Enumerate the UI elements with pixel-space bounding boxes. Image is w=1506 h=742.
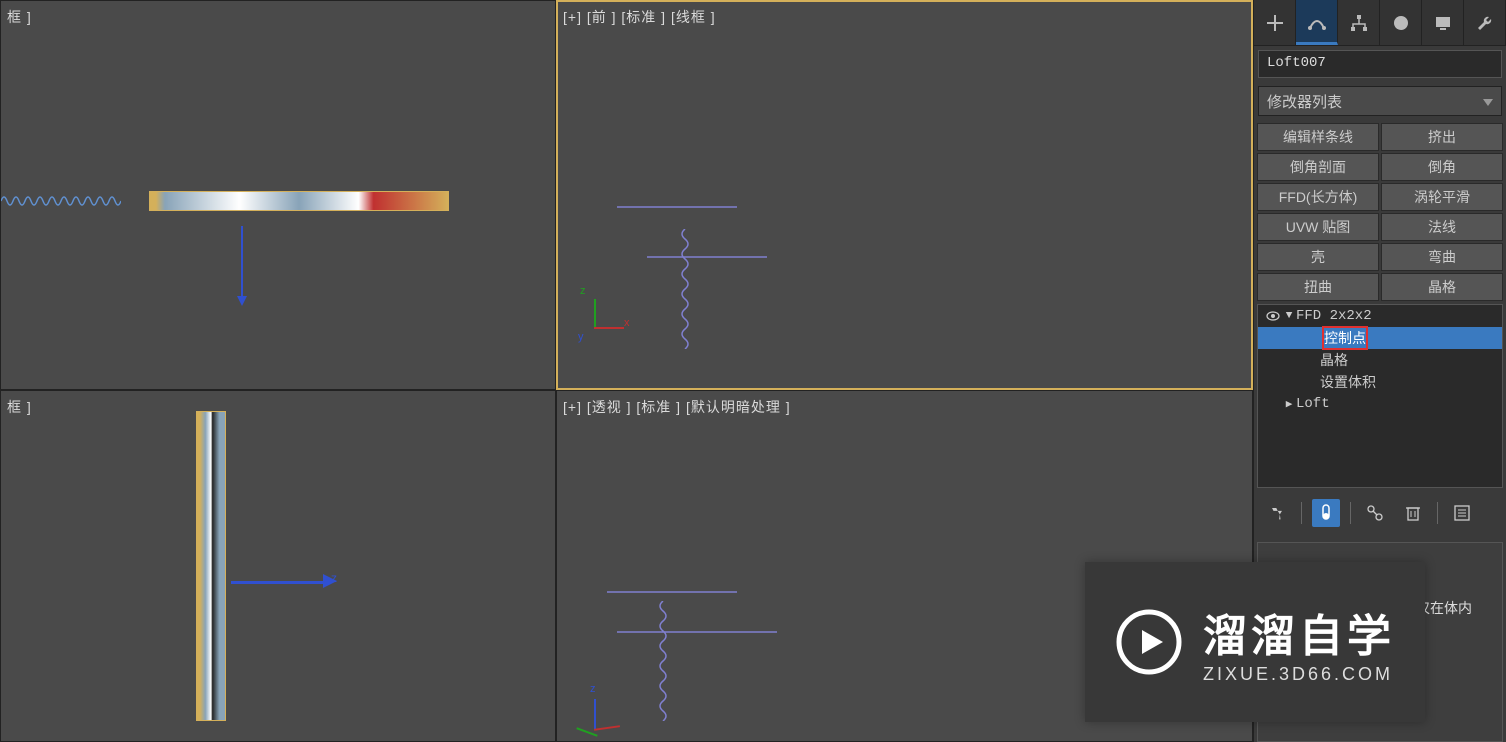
pin-icon — [1269, 505, 1285, 521]
modifier-preset-button[interactable]: 晶格 — [1381, 273, 1503, 301]
viewport-axis-gizmo: z — [582, 689, 632, 739]
viewport-grid: 框 ] [+] [前 ] [标准 ] [线框 ] — [0, 0, 1253, 742]
watermark-title: 溜溜自学 — [1203, 600, 1395, 664]
wrench-icon — [1475, 13, 1495, 33]
scene-content — [1, 191, 451, 221]
modify-arc-icon — [1307, 11, 1327, 31]
modifier-list-dropdown[interactable]: 修改器列表 — [1258, 86, 1502, 116]
motion-circle-icon — [1391, 13, 1411, 33]
stack-item-label: FFD 2x2x2 — [1296, 308, 1372, 324]
expand-arrow-icon[interactable]: ▶ — [1282, 397, 1296, 411]
modifier-preset-button[interactable]: 弯曲 — [1381, 243, 1503, 271]
modifier-stack[interactable]: ▼ FFD 2x2x2 控制点 晶格 设置体积 ▶ Loft — [1257, 304, 1503, 488]
unique-icon — [1366, 504, 1384, 522]
modifier-preset-button[interactable]: 扭曲 — [1257, 273, 1379, 301]
stack-sub-control-points[interactable]: 控制点 — [1258, 327, 1502, 349]
axis-z-label: z — [331, 571, 337, 585]
viewport-label[interactable]: 框 ] — [7, 7, 32, 27]
modifier-preset-button[interactable]: 壳 — [1257, 243, 1379, 271]
display-monitor-icon — [1433, 13, 1453, 33]
viewport-axis-gizmo: z x y — [582, 289, 632, 339]
tab-motion[interactable] — [1380, 0, 1422, 45]
axis-arrow — [231, 581, 326, 584]
scene-content-bl — [196, 411, 226, 721]
viewport-label[interactable]: 框 ] — [7, 397, 32, 417]
modifier-preset-grid: 编辑样条线 挤出 倒角剖面 倒角 FFD(长方体) 涡轮平滑 UVW 贴图 法线… — [1257, 123, 1503, 301]
tab-hierarchy[interactable] — [1338, 0, 1380, 45]
viewport-label[interactable]: [+] [透视 ] [标准 ] [默认明暗处理 ] — [563, 397, 791, 417]
remove-modifier-button[interactable] — [1399, 499, 1427, 527]
trash-icon — [1406, 505, 1420, 521]
modifier-preset-button[interactable]: 涡轮平滑 — [1381, 183, 1503, 211]
expand-arrow-icon[interactable]: ▼ — [1282, 310, 1296, 322]
plus-icon — [1265, 13, 1285, 33]
tab-display[interactable] — [1422, 0, 1464, 45]
modifier-preset-button[interactable]: 倒角 — [1381, 153, 1503, 181]
command-panel-tabs — [1254, 0, 1506, 46]
viewport-bottom-left[interactable]: 框 ] z — [0, 390, 556, 742]
viewport-label[interactable]: [+] [前 ] [标准 ] [线框 ] — [563, 7, 716, 27]
modifier-preset-button[interactable]: FFD(长方体) — [1257, 183, 1379, 211]
stack-item-ffd[interactable]: ▼ FFD 2x2x2 — [1258, 305, 1502, 327]
show-end-result-button[interactable] — [1312, 499, 1340, 527]
configure-icon — [1454, 505, 1470, 521]
modifier-preset-button[interactable]: UVW 贴图 — [1257, 213, 1379, 241]
play-circle-icon — [1115, 608, 1183, 676]
viewport-front[interactable]: [+] [前 ] [标准 ] [线框 ] — [556, 0, 1253, 390]
modifier-preset-button[interactable]: 倒角剖面 — [1257, 153, 1379, 181]
tab-utilities[interactable] — [1464, 0, 1506, 45]
viewport-top-left[interactable]: 框 ] — [0, 0, 556, 390]
watermark-url: ZIXUE.3D66.COM — [1203, 664, 1395, 685]
modifier-stack-toolbar — [1257, 494, 1503, 532]
modifier-preset-button[interactable]: 编辑样条线 — [1257, 123, 1379, 151]
visibility-eye-icon[interactable] — [1264, 309, 1282, 323]
test-tube-icon — [1318, 504, 1334, 522]
make-unique-button[interactable] — [1361, 499, 1389, 527]
stack-item-loft[interactable]: ▶ Loft — [1258, 393, 1502, 415]
pin-stack-button[interactable] — [1263, 499, 1291, 527]
watermark-logo: 溜溜自学 ZIXUE.3D66.COM — [1085, 562, 1425, 722]
modifier-preset-button[interactable]: 挤出 — [1381, 123, 1503, 151]
hierarchy-icon — [1349, 13, 1369, 33]
tab-create[interactable] — [1254, 0, 1296, 45]
stack-sub-lattice[interactable]: 晶格 — [1258, 349, 1502, 371]
tab-modify[interactable] — [1296, 0, 1338, 45]
configure-sets-button[interactable] — [1448, 499, 1476, 527]
stack-item-label: Loft — [1296, 396, 1330, 412]
axis-arrow-z — [241, 226, 247, 306]
stack-item-label: 控制点 — [1322, 326, 1368, 350]
modifier-preset-button[interactable]: 法线 — [1381, 213, 1503, 241]
stack-sub-set-volume[interactable]: 设置体积 — [1258, 371, 1502, 393]
object-name-input[interactable]: Loft007 — [1258, 50, 1502, 78]
